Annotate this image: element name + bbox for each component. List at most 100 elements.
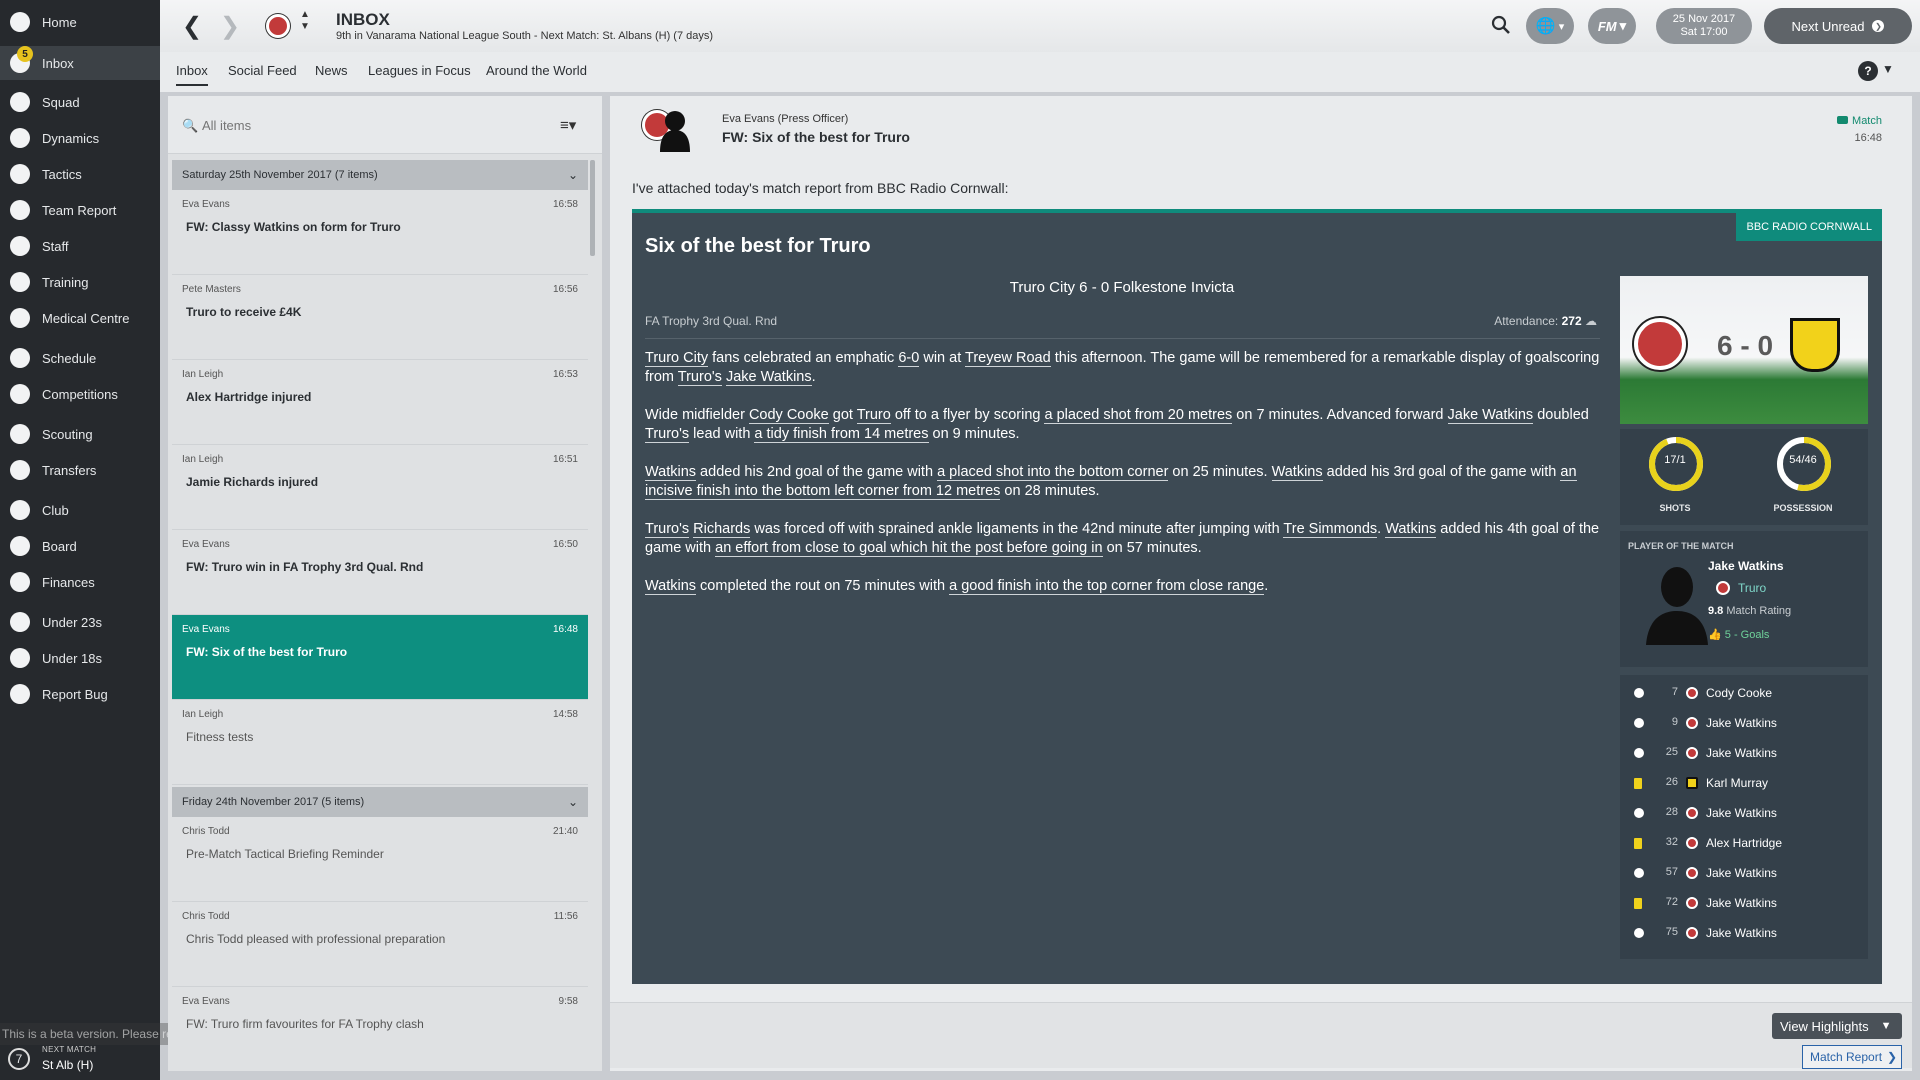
report-link[interactable]: Richards bbox=[693, 521, 751, 538]
sidebar-item-training[interactable]: Training bbox=[0, 265, 160, 299]
message-list-item[interactable]: Chris Todd 11:56 Chris Todd pleased with p… bbox=[172, 902, 588, 987]
sidebar-item-tactics[interactable]: Tactics bbox=[0, 157, 160, 191]
report-link[interactable]: Watkins bbox=[1271, 464, 1323, 481]
inbox-search-input[interactable] bbox=[202, 115, 462, 135]
message-list-item[interactable]: Ian Leigh 14:58 Fitness tests bbox=[172, 700, 588, 785]
tab-news[interactable]: News bbox=[315, 63, 348, 78]
event-player[interactable]: Alex Hartridge bbox=[1706, 836, 1782, 850]
sidebar-item-team-report[interactable]: Team Report bbox=[0, 193, 160, 227]
next-unread-button[interactable]: Next Unread ❯ bbox=[1764, 8, 1912, 44]
date-button[interactable]: 25 Nov 2017 Sat 17:00 bbox=[1656, 8, 1752, 44]
report-link[interactable]: a placed shot into the bottom corner bbox=[937, 464, 1169, 481]
report-link[interactable]: a good finish into the top corner from c… bbox=[949, 578, 1265, 595]
report-link[interactable]: Tre Simmonds bbox=[1283, 521, 1378, 538]
sidebar-item-schedule[interactable]: Schedule bbox=[0, 341, 160, 375]
message-sender[interactable]: Eva Evans (Press Officer) bbox=[722, 113, 848, 125]
globe-menu-button[interactable]: 🌐 ▾ bbox=[1526, 8, 1574, 44]
filter-menu-icon[interactable]: ≡▾ bbox=[560, 116, 576, 134]
report-scoreline[interactable]: Truro City 6 - 0 Folkestone Invicta bbox=[632, 279, 1612, 296]
report-link[interactable]: Truro's bbox=[645, 521, 690, 538]
report-link[interactable]: Jake Watkins bbox=[1447, 407, 1534, 424]
report-link[interactable]: Watkins bbox=[645, 578, 697, 595]
report-link[interactable]: 6-0 bbox=[898, 350, 920, 367]
sidebar-item-medical-centre[interactable]: Medical Centre bbox=[0, 301, 160, 335]
sidebar-item-transfers[interactable]: Transfers bbox=[0, 453, 160, 487]
message-list-item[interactable]: Eva Evans 9:58 FW: Truro firm favourites f… bbox=[172, 987, 588, 1071]
club-switch-icon[interactable]: ▲ ▼ bbox=[300, 9, 310, 33]
sidebar-item-club[interactable]: Club bbox=[0, 493, 160, 527]
chevron-down-icon[interactable]: ▼ bbox=[1882, 62, 1894, 76]
date-group-header[interactable]: Friday 24th November 2017 (5 items) ⌄ bbox=[172, 787, 588, 817]
fm-menu-button[interactable]: FM ▾ bbox=[1588, 8, 1636, 44]
tab-social-feed[interactable]: Social Feed bbox=[228, 63, 297, 78]
club-badge[interactable] bbox=[266, 14, 290, 38]
report-link[interactable]: Truro City bbox=[645, 350, 709, 367]
event-player[interactable]: Jake Watkins bbox=[1706, 716, 1777, 730]
match-event-row[interactable]: 7 Cody Cooke bbox=[1620, 679, 1868, 709]
sidebar-item-squad[interactable]: Squad bbox=[0, 85, 160, 119]
message-list-item[interactable]: Ian Leigh 16:53 Alex Hartridge injured bbox=[172, 360, 588, 445]
event-player[interactable]: Karl Murray bbox=[1706, 776, 1768, 790]
inbox-search-bar: 🔍 ≡▾ bbox=[168, 96, 602, 154]
match-event-row[interactable]: 28 Jake Watkins bbox=[1620, 799, 1868, 829]
back-arrow-icon[interactable]: ❮ bbox=[182, 12, 202, 41]
sidebar-item-board[interactable]: Board bbox=[0, 529, 160, 563]
report-link[interactable]: Truro's bbox=[677, 369, 722, 386]
report-link[interactable]: Cody Cooke bbox=[748, 407, 829, 424]
report-link[interactable]: a placed shot from 20 metres bbox=[1044, 407, 1233, 424]
report-link[interactable]: Watkins bbox=[645, 464, 697, 481]
match-event-row[interactable]: 9 Jake Watkins bbox=[1620, 709, 1868, 739]
sidebar-item-staff[interactable]: Staff bbox=[0, 229, 160, 263]
event-player[interactable]: Jake Watkins bbox=[1706, 866, 1777, 880]
potm-club[interactable]: Truro bbox=[1738, 581, 1766, 595]
tab-around-the-world[interactable]: Around the World bbox=[486, 63, 587, 78]
match-event-row[interactable]: 75 Jake Watkins bbox=[1620, 919, 1868, 949]
date-group-header[interactable]: Saturday 25th November 2017 (7 items) ⌄ bbox=[172, 160, 588, 190]
match-event-row[interactable]: 57 Jake Watkins bbox=[1620, 859, 1868, 889]
message-list-item[interactable]: Chris Todd 21:40 Pre-Match Tactical Briefi… bbox=[172, 817, 588, 902]
match-event-row[interactable]: 26 Karl Murray bbox=[1620, 769, 1868, 799]
report-link[interactable]: Jake Watkins bbox=[725, 369, 812, 386]
report-competition[interactable]: FA Trophy 3rd Qual. Rnd bbox=[645, 314, 777, 328]
tab-leagues-in-focus[interactable]: Leagues in Focus bbox=[368, 63, 471, 78]
sidebar-item-home[interactable]: Home bbox=[0, 5, 160, 39]
message-list-item[interactable]: Eva Evans 16:58 FW: Classy Watkins on form… bbox=[172, 190, 588, 275]
sidebar-item-under-23s[interactable]: Under 23s bbox=[0, 605, 160, 639]
report-link[interactable]: an effort from close to goal which hit t… bbox=[715, 540, 1103, 557]
sidebar-item-finances[interactable]: Finances bbox=[0, 565, 160, 599]
message-list-item[interactable]: Ian Leigh 16:51 Jamie Richards injured bbox=[172, 445, 588, 530]
report-link[interactable]: Truro bbox=[856, 407, 891, 424]
message-list-item[interactable]: Eva Evans 16:50 FW: Truro win in FA Trophy… bbox=[172, 530, 588, 615]
report-link[interactable]: Watkins bbox=[1385, 521, 1437, 538]
view-highlights-button[interactable]: View Highlights ▼ bbox=[1772, 1013, 1902, 1039]
match-event-row[interactable]: 72 Jake Watkins bbox=[1620, 889, 1868, 919]
help-icon[interactable]: ? bbox=[1858, 61, 1878, 81]
sidebar-item-report-bug[interactable]: Report Bug bbox=[0, 677, 160, 711]
event-player[interactable]: Jake Watkins bbox=[1706, 896, 1777, 910]
potm-name[interactable]: Jake Watkins bbox=[1708, 559, 1784, 573]
search-icon[interactable] bbox=[1490, 14, 1512, 36]
match-report-button[interactable]: Match Report ❯ bbox=[1802, 1045, 1902, 1069]
scrollbar[interactable] bbox=[590, 160, 595, 256]
report-link[interactable]: a tidy finish from 14 metres bbox=[754, 426, 929, 443]
match-event-row[interactable]: 25 Jake Watkins bbox=[1620, 739, 1868, 769]
score-card[interactable]: 6 - 0 bbox=[1620, 276, 1868, 424]
event-player[interactable]: Jake Watkins bbox=[1706, 926, 1777, 940]
message-list-item[interactable]: Eva Evans 16:48 FW: Six of the best for Tr… bbox=[172, 615, 588, 700]
sidebar-item-competitions[interactable]: Competitions bbox=[0, 377, 160, 411]
sidebar-item-under-18s[interactable]: Under 18s bbox=[0, 641, 160, 675]
sidebar-item-scouting[interactable]: Scouting bbox=[0, 417, 160, 451]
report-link[interactable]: Truro's bbox=[645, 426, 690, 443]
message-list-item[interactable]: Pete Masters 16:56 Truro to receive £4K bbox=[172, 275, 588, 360]
event-player[interactable]: Jake Watkins bbox=[1706, 806, 1777, 820]
report-link[interactable]: Treyew Road bbox=[965, 350, 1051, 367]
sidebar-item-dynamics[interactable]: Dynamics bbox=[0, 121, 160, 155]
event-player[interactable]: Jake Watkins bbox=[1706, 746, 1777, 760]
player-of-the-match[interactable]: PLAYER OF THE MATCH Jake Watkins Truro 9… bbox=[1620, 531, 1868, 667]
next-match-widget[interactable]: 7 NEXT MATCH St Alb (H) bbox=[0, 1040, 160, 1080]
tab-inbox[interactable]: Inbox bbox=[176, 63, 208, 86]
event-player[interactable]: Cody Cooke bbox=[1706, 686, 1772, 700]
forward-arrow-icon[interactable]: ❯ bbox=[220, 12, 240, 41]
match-event-row[interactable]: 32 Alex Hartridge bbox=[1620, 829, 1868, 859]
report-paragraph: Truro City fans celebrated an emphatic 6… bbox=[645, 349, 1600, 387]
